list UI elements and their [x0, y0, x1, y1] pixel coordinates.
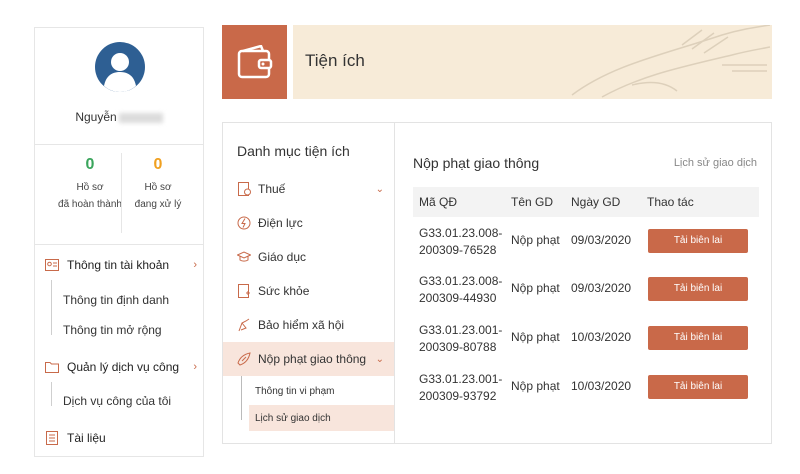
category-item-social-insurance[interactable]: Bảo hiểm xã hội — [223, 308, 394, 342]
decision-id: G33.01.23.001- 200309-80788 — [419, 322, 502, 356]
tree-line — [241, 376, 242, 420]
table-row: G33.01.23.008- 200309-76528 Nộp phạt 09/0… — [413, 219, 759, 267]
stat-processing[interactable]: 0 Hồ sơ đang xử lý — [119, 156, 197, 212]
profile-panel: Nguyễn 0 Hồ sơ đã hoàn thành 0 Hồ sơ đan… — [34, 27, 204, 457]
id-card-icon — [45, 258, 59, 272]
chevron-down-icon: ⌄ — [375, 183, 384, 195]
transaction-date: 10/03/2020 — [571, 379, 632, 393]
decision-id-line: 200309-76528 — [419, 243, 497, 257]
chevron-down-icon: ⌄ — [375, 353, 384, 365]
stat-processing-value: 0 — [153, 156, 163, 173]
content-title: Nộp phạt giao thông — [413, 155, 540, 171]
decision-id-line: G33.01.23.008- — [419, 274, 503, 288]
transaction-name: Nộp phạt — [511, 379, 560, 393]
decision-id-line: G33.01.23.008- — [419, 226, 503, 240]
bird-pattern-decoration — [571, 25, 771, 98]
column-header: Tên GD — [511, 195, 554, 209]
category-item-label: Giáo dục — [258, 250, 307, 264]
table-row: G33.01.23.008- 200309-44930 Nộp phạt 09/0… — [413, 267, 759, 315]
download-receipt-button[interactable]: Tải biên lai — [648, 277, 748, 301]
document-icon — [45, 431, 59, 445]
user-name-text: Nguyễn — [75, 110, 117, 124]
transaction-date: 10/03/2020 — [571, 330, 632, 344]
stat-completed-label-1: Hồ sơ — [76, 182, 104, 193]
download-receipt-button[interactable]: Tải biên lai — [648, 375, 748, 399]
nav-services[interactable]: Quản lý dịch vụ công › — [45, 360, 197, 374]
transaction-name: Nộp phạt — [511, 233, 560, 247]
divider — [35, 244, 203, 245]
category-item-health[interactable]: Sức khỏe — [223, 274, 394, 308]
folder-icon — [45, 360, 59, 374]
header-banner: Tiện ích — [293, 25, 772, 99]
decision-id-line: G33.01.23.001- — [419, 372, 503, 386]
nav-documents-label: Tài liệu — [67, 431, 106, 445]
user-name: Nguyễn — [35, 110, 203, 124]
table-header: Mã QĐ Tên GD Ngày GD Thao tác — [413, 187, 759, 217]
category-item-label: Điện lực — [258, 216, 303, 230]
download-receipt-button[interactable]: Tải biên lai — [648, 229, 748, 253]
chevron-right-icon: › — [193, 259, 197, 271]
category-item-label: Sức khỏe — [258, 284, 310, 298]
category-item-label: Bảo hiểm xã hội — [258, 318, 345, 332]
transaction-date: 09/03/2020 — [571, 281, 632, 295]
decision-id-line: 200309-44930 — [419, 291, 497, 305]
download-receipt-button[interactable]: Tải biên lai — [648, 326, 748, 350]
nav-account-label: Thông tin tài khoản — [67, 258, 170, 272]
stat-completed-value: 0 — [85, 156, 95, 173]
table-row: G33.01.23.001- 200309-93792 Nộp phạt 10/0… — [413, 365, 759, 413]
electricity-icon — [237, 216, 251, 230]
nav-identity-info[interactable]: Thông tin định danh — [63, 293, 169, 307]
stat-completed[interactable]: 0 Hồ sơ đã hoàn thành — [51, 156, 129, 212]
category-item-tax[interactable]: Thuế ⌄ — [223, 172, 394, 206]
nav-extended-info[interactable]: Thông tin mở rộng — [63, 323, 162, 337]
category-item-traffic-fine[interactable]: Nộp phạt giao thông ⌄ — [223, 342, 394, 376]
decision-id: G33.01.23.001- 200309-93792 — [419, 371, 502, 405]
column-header: Ngày GD — [571, 195, 621, 209]
page-title: Tiện ích — [305, 51, 365, 70]
tree-line — [51, 280, 52, 335]
category-item-education[interactable]: Giáo dục — [223, 240, 394, 274]
wallet-icon-tile — [222, 25, 287, 99]
category-sidebar: Danh mục tiện ích Thuế ⌄ Điện lực Giáo d… — [223, 123, 395, 443]
chevron-right-icon: › — [193, 361, 197, 373]
category-title: Danh mục tiện ích — [237, 143, 350, 159]
category-sub-transaction-history[interactable]: Lịch sử giao dịch — [249, 405, 394, 431]
stat-completed-label-2: đã hoàn thành — [58, 199, 122, 210]
decision-id-line: 200309-93792 — [419, 389, 497, 403]
column-header: Thao tác — [647, 195, 694, 209]
nav-services-label: Quản lý dịch vụ công — [67, 360, 180, 374]
nav-account[interactable]: Thông tin tài khoản › — [45, 258, 197, 272]
transaction-name: Nộp phạt — [511, 281, 560, 295]
stat-processing-label-1: Hồ sơ — [144, 182, 172, 193]
health-record-icon — [237, 284, 251, 298]
tree-line — [51, 382, 52, 406]
transaction-name: Nộp phạt — [511, 330, 560, 344]
blurred-name — [118, 112, 163, 123]
tax-document-icon — [237, 182, 251, 196]
decision-id: G33.01.23.008- 200309-76528 — [419, 225, 502, 259]
column-header: Mã QĐ — [419, 195, 458, 209]
traffic-fine-icon — [237, 352, 251, 366]
divider — [35, 144, 203, 145]
decision-id-line: G33.01.23.001- — [419, 323, 503, 337]
wallet-icon — [237, 45, 272, 79]
stat-processing-label-2: đang xử lý — [134, 199, 182, 210]
nav-documents[interactable]: Tài liệu — [45, 431, 197, 445]
category-item-label: Thuế — [258, 182, 286, 196]
category-sub-violation-info[interactable]: Thông tin vi phạm — [249, 378, 394, 404]
nav-my-services[interactable]: Dịch vụ công của tôi — [63, 394, 171, 408]
category-item-label: Nộp phạt giao thông — [258, 352, 367, 366]
table-row: G33.01.23.001- 200309-80788 Nộp phạt 10/0… — [413, 316, 759, 364]
social-insurance-icon — [237, 318, 251, 332]
transaction-date: 09/03/2020 — [571, 233, 632, 247]
history-link[interactable]: Lịch sử giao dịch — [674, 157, 757, 169]
decision-id: G33.01.23.008- 200309-44930 — [419, 273, 502, 307]
utilities-panel: Danh mục tiện ích Thuế ⌄ Điện lực Giáo d… — [222, 122, 772, 444]
decision-id-line: 200309-80788 — [419, 340, 497, 354]
category-item-electricity[interactable]: Điện lực — [223, 206, 394, 240]
graduation-cap-icon — [237, 250, 251, 264]
avatar — [95, 42, 145, 92]
